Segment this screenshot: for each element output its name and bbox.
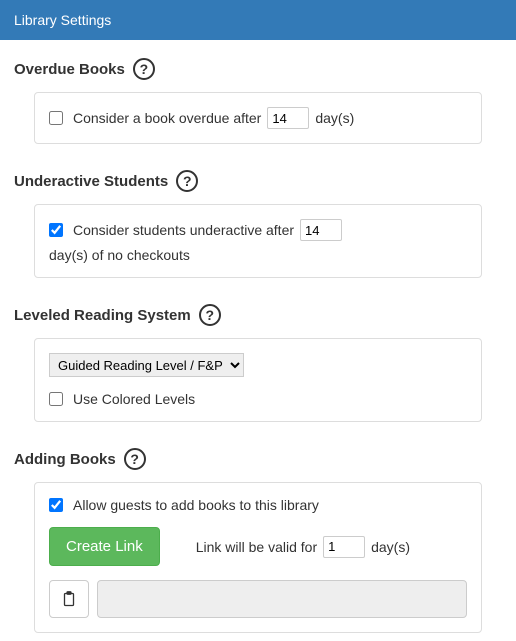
create-link-button[interactable]: Create Link: [49, 527, 160, 566]
overdue-days-input[interactable]: [267, 107, 309, 129]
underactive-label-before: Consider students underactive after: [73, 222, 294, 238]
section-title: Adding Books ?: [14, 448, 502, 470]
adding-output-row: [49, 580, 467, 618]
adding-title-text: Adding Books: [14, 451, 116, 468]
underactive-row: Consider students underactive after day(…: [49, 219, 467, 263]
underactive-panel: Consider students underactive after day(…: [34, 204, 482, 278]
help-icon[interactable]: ?: [199, 304, 221, 326]
section-title: Leveled Reading System ?: [14, 304, 502, 326]
leveled-title-text: Leveled Reading System: [14, 307, 191, 324]
clipboard-icon: [62, 591, 76, 607]
help-icon[interactable]: ?: [124, 448, 146, 470]
copy-link-button[interactable]: [49, 580, 89, 618]
section-title: Overdue Books ?: [14, 58, 502, 80]
section-title: Underactive Students ?: [14, 170, 502, 192]
leveled-system-select[interactable]: Guided Reading Level / F&P: [49, 353, 244, 377]
overdue-panel: Consider a book overdue after day(s): [34, 92, 482, 144]
help-icon[interactable]: ?: [176, 170, 198, 192]
adding-allow-row: Allow guests to add books to this librar…: [49, 497, 467, 513]
section-adding: Adding Books ? Allow guests to add books…: [0, 430, 516, 641]
underactive-label-after: day(s) of no checkouts: [49, 247, 190, 263]
valid-days-input[interactable]: [323, 536, 365, 558]
overdue-label-after: day(s): [315, 110, 354, 126]
page-title: Library Settings: [14, 12, 111, 28]
leveled-panel: Guided Reading Level / F&P Use Colored L…: [34, 338, 482, 422]
section-leveled: Leveled Reading System ? Guided Reading …: [0, 286, 516, 430]
valid-label-after: day(s): [371, 539, 410, 555]
link-valid-wrap: Link will be valid for day(s): [196, 536, 410, 558]
use-colored-levels-label: Use Colored Levels: [73, 391, 195, 407]
leveled-colored-row: Use Colored Levels: [49, 391, 467, 407]
overdue-label-before: Consider a book overdue after: [73, 110, 261, 126]
allow-guests-label: Allow guests to add books to this librar…: [73, 497, 319, 513]
page-header: Library Settings: [0, 0, 516, 40]
use-colored-levels-checkbox[interactable]: [49, 392, 63, 406]
leveled-select-row: Guided Reading Level / F&P: [49, 353, 467, 377]
help-icon[interactable]: ?: [133, 58, 155, 80]
adding-panel: Allow guests to add books to this librar…: [34, 482, 482, 633]
section-overdue: Overdue Books ? Consider a book overdue …: [0, 40, 516, 152]
overdue-row: Consider a book overdue after day(s): [49, 107, 467, 129]
overdue-title-text: Overdue Books: [14, 61, 125, 78]
underactive-title-text: Underactive Students: [14, 173, 168, 190]
valid-label-before: Link will be valid for: [196, 539, 317, 555]
underactive-checkbox[interactable]: [49, 223, 63, 237]
link-output-field[interactable]: [97, 580, 467, 618]
section-underactive: Underactive Students ? Consider students…: [0, 152, 516, 286]
allow-guests-checkbox[interactable]: [49, 498, 63, 512]
underactive-days-input[interactable]: [300, 219, 342, 241]
overdue-checkbox[interactable]: [49, 111, 63, 125]
adding-create-row: Create Link Link will be valid for day(s…: [49, 527, 467, 566]
